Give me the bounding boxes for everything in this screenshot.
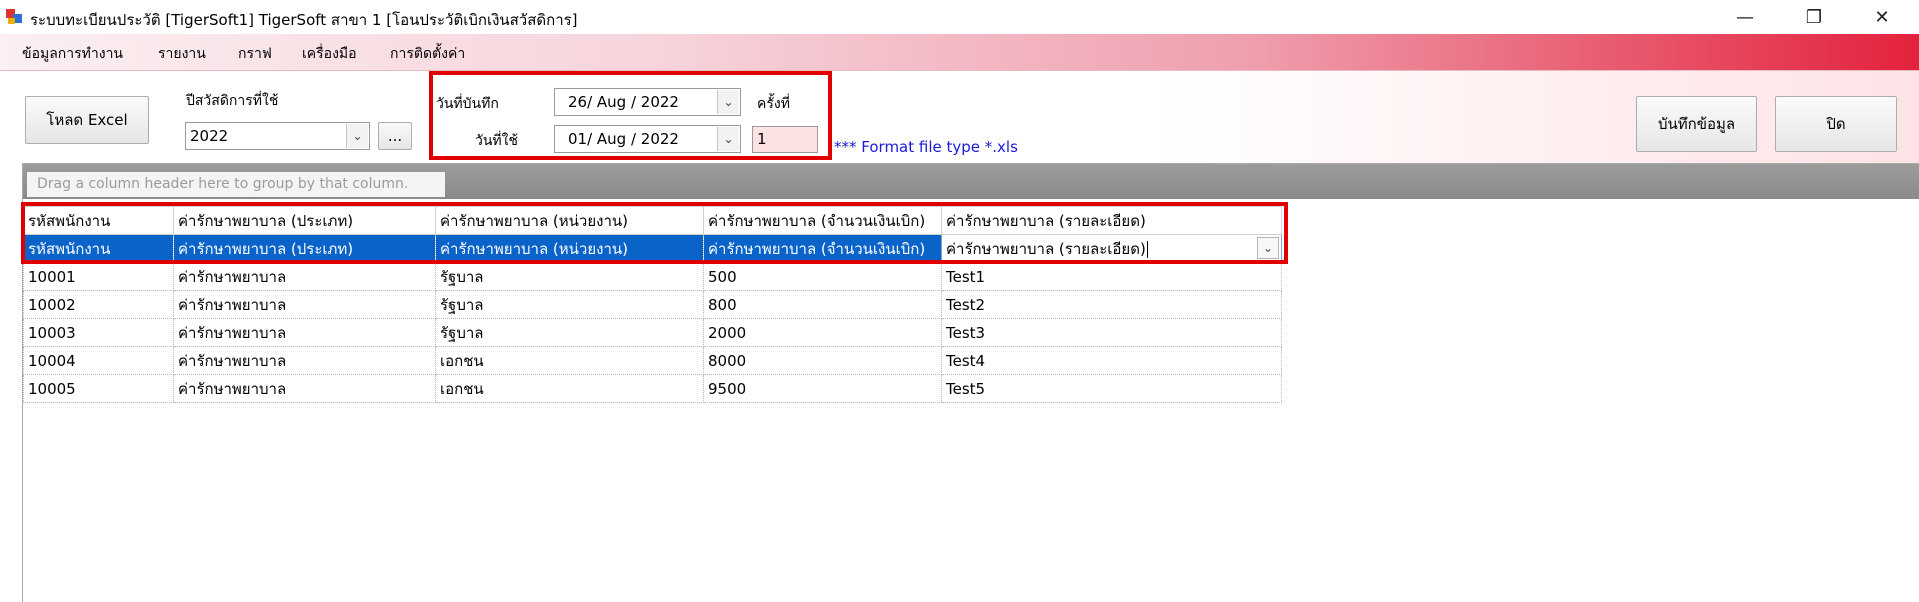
table-cell[interactable]: 500 xyxy=(703,262,942,291)
table-cell[interactable]: ค่ารักษาพยาบาล xyxy=(173,262,436,291)
menu-settings[interactable]: การติดตั้งค่า xyxy=(390,43,465,65)
table-cell[interactable]: เอกชน xyxy=(435,374,704,403)
mapping-cell[interactable]: ค่ารักษาพยาบาล (ประเภท) xyxy=(173,234,436,263)
table-cell[interactable]: 800 xyxy=(703,290,942,319)
maximize-button[interactable]: ❐ xyxy=(1785,0,1843,34)
table-row[interactable]: 10003 ค่ารักษาพยาบาล รัฐบาล 2000 Test3 xyxy=(23,318,1282,347)
mapping-cell-value: ค่ารักษาพยาบาล (รายละเอียด) xyxy=(946,239,1146,258)
welfare-year-label: ปีสวัสดิการที่ใช้ xyxy=(186,93,279,109)
load-excel-button[interactable]: โหลด Excel xyxy=(25,96,149,144)
column-header-detail[interactable]: ค่ารักษาพยาบาล (รายละเอียด) xyxy=(941,206,1282,235)
table-cell[interactable]: 10004 xyxy=(23,346,174,375)
use-date-label: วันที่ใช้ xyxy=(475,133,518,149)
minimize-button[interactable]: — xyxy=(1716,0,1774,34)
group-panel: Drag a column header here to group by th… xyxy=(23,164,1919,199)
record-date-picker[interactable]: 26/ Aug / 2022 ⌄ xyxy=(554,88,741,116)
mapping-row[interactable]: รหัสพนักงาน ค่ารักษาพยาบาล (ประเภท) ค่าร… xyxy=(23,234,1282,263)
table-row[interactable]: 10001 ค่ารักษาพยาบาล รัฐบาล 500 Test1 xyxy=(23,262,1282,291)
app-icon xyxy=(6,9,22,25)
close-button[interactable]: ปิด xyxy=(1775,96,1897,152)
title-bar: ระบบทะเบียนประวัติ [TigerSoft1] TigerSof… xyxy=(0,0,1919,34)
menu-report[interactable]: รายงาน xyxy=(158,43,206,65)
welfare-year-value: 2022 xyxy=(190,127,229,145)
table-cell[interactable]: Test1 xyxy=(941,262,1282,291)
table-cell[interactable]: ค่ารักษาพยาบาล xyxy=(173,374,436,403)
window-title: ระบบทะเบียนประวัติ [TigerSoft1] TigerSof… xyxy=(30,11,578,29)
use-date-value: 01/ Aug / 2022 xyxy=(568,130,679,148)
main-panel: โหลด Excel ปีสวัสดิการที่ใช้ 2022 ⌄ ... … xyxy=(0,70,1919,602)
chevron-down-icon[interactable]: ⌄ xyxy=(717,90,739,114)
column-header-agency[interactable]: ค่ารักษาพยาบาล (หน่วยงาน) xyxy=(435,206,704,235)
close-window-button[interactable]: ✕ xyxy=(1853,0,1911,34)
menu-work-data[interactable]: ข้อมูลการทำงาน xyxy=(22,43,123,65)
column-header-employee-id[interactable]: รหัสพนักงาน xyxy=(23,206,174,235)
chevron-down-icon[interactable]: ⌄ xyxy=(346,124,368,148)
chevron-down-icon[interactable]: ⌄ xyxy=(717,127,739,151)
data-grid: Drag a column header here to group by th… xyxy=(22,163,1919,602)
group-hint: Drag a column header here to group by th… xyxy=(27,172,445,197)
menu-tools[interactable]: เครื่องมือ xyxy=(302,43,357,65)
header-row: รหัสพนักงาน ค่ารักษาพยาบาล (ประเภท) ค่าร… xyxy=(23,206,1282,235)
table-cell[interactable]: 10001 xyxy=(23,262,174,291)
record-date-value: 26/ Aug / 2022 xyxy=(568,93,679,111)
table-cell[interactable]: 9500 xyxy=(703,374,942,403)
table-cell[interactable]: Test3 xyxy=(941,318,1282,347)
table-cell[interactable]: 10005 xyxy=(23,374,174,403)
record-date-label: วันที่บันทึก xyxy=(436,96,499,112)
menu-graph[interactable]: กราฟ xyxy=(238,43,272,65)
table-cell[interactable]: ค่ารักษาพยาบาล xyxy=(173,318,436,347)
table-cell[interactable]: 2000 xyxy=(703,318,942,347)
mapping-cell-editor[interactable]: ค่ารักษาพยาบาล (รายละเอียด) ⌄ xyxy=(941,234,1282,263)
text-caret xyxy=(1146,240,1148,258)
chevron-down-icon[interactable]: ⌄ xyxy=(1257,237,1279,259)
table-cell[interactable]: Test5 xyxy=(941,374,1282,403)
mapping-cell[interactable]: ค่ารักษาพยาบาล (จำนวนเงินเบิก) xyxy=(703,234,942,263)
time-label: ครั้งที่ xyxy=(757,96,790,112)
table-cell[interactable]: 10003 xyxy=(23,318,174,347)
table-cell[interactable]: รัฐบาล xyxy=(435,262,704,291)
table-cell[interactable]: Test4 xyxy=(941,346,1282,375)
table-cell[interactable]: รัฐบาล xyxy=(435,318,704,347)
time-input[interactable]: 1 xyxy=(752,126,818,153)
table-row[interactable]: 10004 ค่ารักษาพยาบาล เอกชน 8000 Test4 xyxy=(23,346,1282,375)
table-row[interactable]: 10005 ค่ารักษาพยาบาล เอกชน 9500 Test5 xyxy=(23,374,1282,403)
mapping-cell[interactable]: รหัสพนักงาน xyxy=(23,234,174,263)
format-note: *** Format file type *.xls xyxy=(834,138,1018,156)
table-cell[interactable]: รัฐบาล xyxy=(435,290,704,319)
grid-table: รหัสพนักงาน ค่ารักษาพยาบาล (ประเภท) ค่าร… xyxy=(23,206,1282,403)
column-header-type[interactable]: ค่ารักษาพยาบาล (ประเภท) xyxy=(173,206,436,235)
column-header-amount[interactable]: ค่ารักษาพยาบาล (จำนวนเงินเบิก) xyxy=(703,206,942,235)
use-date-picker[interactable]: 01/ Aug / 2022 ⌄ xyxy=(554,125,741,153)
table-cell[interactable]: 8000 xyxy=(703,346,942,375)
browse-button[interactable]: ... xyxy=(378,122,412,150)
table-cell[interactable]: เอกชน xyxy=(435,346,704,375)
menu-bar: ข้อมูลการทำงาน รายงาน กราฟ เครื่องมือ กา… xyxy=(0,34,1919,70)
table-cell[interactable]: ค่ารักษาพยาบาล xyxy=(173,346,436,375)
table-cell[interactable]: 10002 xyxy=(23,290,174,319)
table-row[interactable]: 10002 ค่ารักษาพยาบาล รัฐบาล 800 Test2 xyxy=(23,290,1282,319)
welfare-year-select[interactable]: 2022 ⌄ xyxy=(185,122,370,150)
table-cell[interactable]: Test2 xyxy=(941,290,1282,319)
table-cell[interactable]: ค่ารักษาพยาบาล xyxy=(173,290,436,319)
mapping-cell[interactable]: ค่ารักษาพยาบาล (หน่วยงาน) xyxy=(435,234,704,263)
save-button[interactable]: บันทึกข้อมูล xyxy=(1636,96,1757,152)
